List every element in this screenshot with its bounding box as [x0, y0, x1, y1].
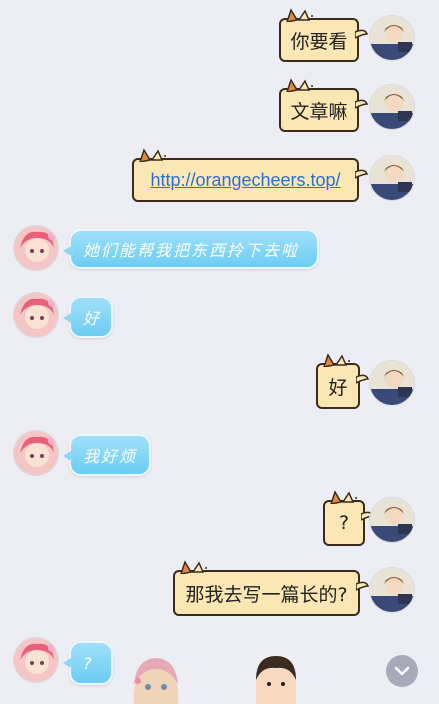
cat-tail-icon [356, 374, 370, 384]
my-message-bubble[interactable]: http://orangecheers.top/ [132, 148, 369, 202]
message-text: 你要看 [290, 30, 348, 53]
my-avatar[interactable] [369, 497, 415, 543]
contact-avatar[interactable] [13, 637, 59, 683]
message-text: 好 [83, 309, 102, 328]
contact-avatar[interactable] [13, 225, 59, 271]
bubble-tip-icon [63, 312, 73, 324]
contact-message-bubble[interactable]: ? [63, 641, 113, 685]
bubble-tip-icon [63, 245, 73, 257]
chat-history[interactable]: 你要看 文章嘛 http://orangecheers.top/ 她们能帮我把东… [0, 0, 439, 704]
message-link[interactable]: http://orangecheers.top/ [150, 170, 340, 191]
my-message-bubble[interactable]: 那我去写一篇长的? [173, 560, 370, 616]
cat-ears-icon [286, 8, 313, 22]
contact-message-bubble[interactable]: 我好烦 [63, 434, 151, 476]
message-text: 她们能帮我把东西拎下去啦 [83, 241, 300, 260]
my-message-bubble[interactable]: 你要看 [279, 8, 369, 62]
message-text: ? [83, 653, 94, 673]
my-avatar[interactable] [369, 567, 415, 613]
message-text: 好 [328, 376, 348, 399]
cat-ears-icon [180, 560, 207, 574]
contact-message-bubble[interactable]: 好 [63, 296, 113, 338]
bubble-tip-icon [63, 657, 73, 669]
cat-ears-icon [139, 148, 166, 162]
message-text: ? [338, 512, 350, 534]
my-avatar[interactable] [369, 84, 415, 130]
cat-tail-icon [356, 581, 370, 591]
my-avatar[interactable] [369, 360, 415, 406]
contact-avatar[interactable] [13, 430, 59, 476]
contact-avatar[interactable] [13, 292, 59, 338]
cat-ears-icon [286, 78, 313, 92]
chevron-down-icon [394, 666, 410, 676]
cat-tail-icon [355, 169, 369, 179]
scroll-to-bottom-button[interactable] [386, 655, 418, 687]
my-message-bubble[interactable]: 好 [316, 353, 370, 409]
my-message-bubble[interactable]: 文章嘛 [279, 78, 369, 132]
my-message-bubble[interactable]: ? [323, 490, 375, 546]
my-avatar[interactable] [369, 155, 415, 201]
cat-ears-icon [323, 353, 350, 367]
anime-girl-sticker [133, 658, 179, 704]
message-text: 那我去写一篇长的? [185, 583, 348, 606]
cat-ears-icon [330, 490, 357, 504]
cat-tail-icon [355, 29, 369, 39]
message-text: 文章嘛 [290, 100, 348, 123]
bubble-tip-icon [63, 450, 73, 462]
cat-tail-icon [355, 99, 369, 109]
contact-message-bubble[interactable]: 她们能帮我把东西拎下去啦 [63, 229, 319, 269]
my-avatar[interactable] [369, 15, 415, 61]
message-text: 我好烦 [83, 447, 138, 466]
cartoon-boy-sticker [256, 656, 296, 704]
